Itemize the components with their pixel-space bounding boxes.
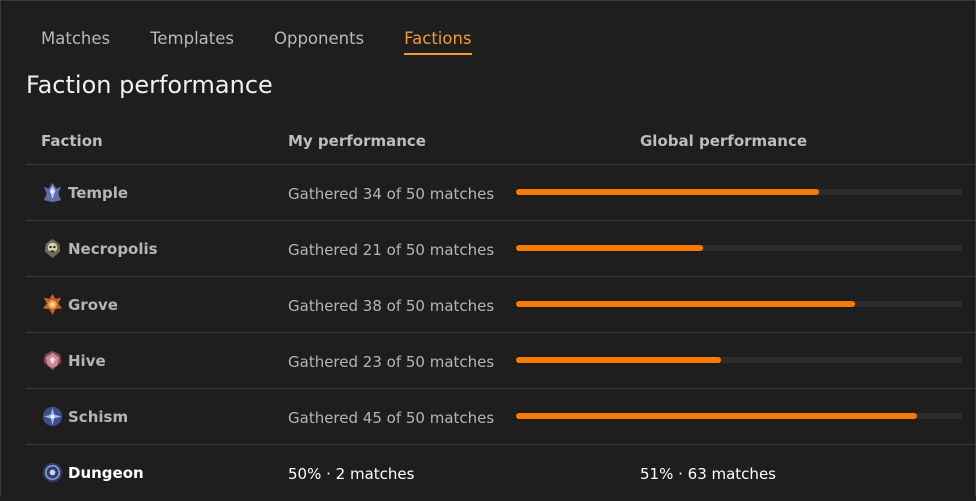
- gathered-count: Gathered 34 of 50 matches: [288, 185, 495, 203]
- schism-emblem-icon: [42, 406, 63, 427]
- page-title: Faction performance: [26, 71, 273, 99]
- progress-bar: [516, 301, 962, 307]
- progress-bar-fill: [516, 301, 855, 307]
- table-row[interactable]: Hive Gathered 23 of 50 matches: [26, 333, 976, 389]
- faction-name: Temple: [68, 183, 129, 202]
- progress-bar: [516, 245, 962, 251]
- tab-factions[interactable]: Factions: [404, 29, 472, 55]
- table-row-summary[interactable]: Dungeon 50% · 2 matches 51% · 63 matches: [26, 445, 976, 501]
- table-row[interactable]: Necropolis Gathered 21 of 50 matches: [26, 221, 976, 277]
- progress-bar-fill: [516, 357, 722, 363]
- gathered-count: Gathered 23 of 50 matches: [288, 353, 495, 371]
- table-row[interactable]: Grove Gathered 38 of 50 matches: [26, 277, 976, 333]
- gathered-count: Gathered 21 of 50 matches: [288, 241, 495, 259]
- column-header-global-performance: Global performance: [640, 132, 808, 150]
- faction-table: Faction My performance Global performanc…: [26, 114, 976, 501]
- progress-bar: [516, 413, 962, 419]
- global-performance-value: 51% · 63 matches: [640, 465, 776, 483]
- hive-emblem-icon: [43, 350, 62, 371]
- faction-name: Grove: [68, 295, 118, 314]
- faction-name: Schism: [68, 407, 129, 426]
- faction-name: Dungeon: [68, 463, 144, 482]
- gathered-count: Gathered 38 of 50 matches: [288, 297, 495, 315]
- tab-bar: Matches Templates Opponents Factions: [41, 29, 512, 57]
- tab-matches[interactable]: Matches: [41, 29, 110, 53]
- tab-templates[interactable]: Templates: [150, 29, 234, 53]
- column-header-my-performance: My performance: [288, 132, 426, 150]
- temple-emblem-icon: [43, 182, 62, 203]
- progress-bar-fill: [516, 245, 704, 251]
- table-header: Faction My performance Global performanc…: [26, 114, 976, 165]
- my-performance-value: 50% · 2 matches: [288, 465, 415, 483]
- progress-bar: [516, 357, 962, 363]
- progress-bar-fill: [516, 413, 918, 419]
- faction-name: Hive: [68, 351, 106, 370]
- progress-bar-fill: [516, 189, 820, 195]
- gathered-count: Gathered 45 of 50 matches: [288, 409, 495, 427]
- faction-cell: Schism: [41, 405, 128, 428]
- faction-cell: Dungeon: [41, 461, 144, 484]
- faction-name: Necropolis: [68, 239, 158, 258]
- progress-bar: [516, 189, 962, 195]
- grove-emblem-icon: [42, 293, 63, 316]
- faction-cell: Necropolis: [41, 237, 158, 260]
- faction-cell: Temple: [41, 181, 128, 204]
- dungeon-emblem-icon: [42, 462, 63, 483]
- column-header-faction: Faction: [41, 132, 103, 150]
- faction-cell: Hive: [41, 349, 106, 372]
- table-row[interactable]: Temple Gathered 34 of 50 matches: [26, 165, 976, 221]
- tab-opponents[interactable]: Opponents: [274, 29, 364, 53]
- faction-cell: Grove: [41, 293, 118, 316]
- table-row[interactable]: Schism Gathered 45 of 50 matches: [26, 389, 976, 445]
- necropolis-emblem-icon: [44, 238, 61, 259]
